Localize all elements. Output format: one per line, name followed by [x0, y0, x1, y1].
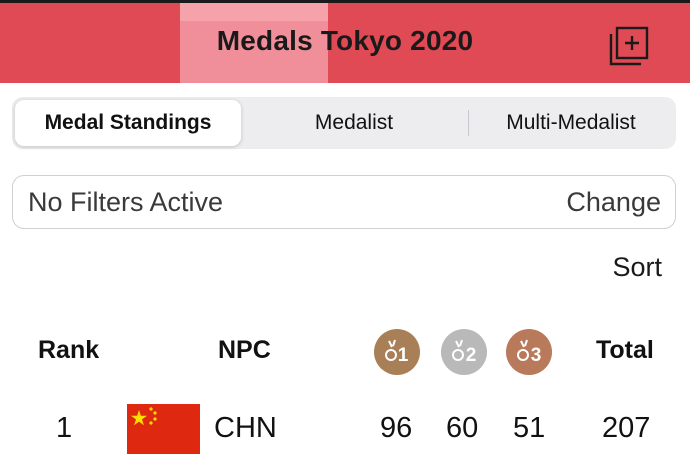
- npc-header[interactable]: NPC: [218, 332, 271, 368]
- sort-button[interactable]: Sort: [600, 252, 662, 283]
- row-npc: CHN: [214, 412, 277, 444]
- gold-medal-icon[interactable]: 1: [373, 328, 421, 376]
- bronze-medal-icon[interactable]: 3: [505, 328, 553, 376]
- view-tabs: Medal Standings Medalist Multi-Medalist: [12, 97, 676, 149]
- app-header: Medals Tokyo 2020: [0, 3, 690, 83]
- page-title: Medals Tokyo 2020: [216, 25, 474, 56]
- rank-header[interactable]: Rank: [38, 332, 99, 368]
- row-total: 207: [602, 412, 651, 444]
- total-header[interactable]: Total: [596, 332, 654, 368]
- change-filters-button[interactable]: Change: [566, 176, 661, 228]
- tab-medal-standings[interactable]: Medal Standings: [15, 100, 241, 146]
- gold-medal-label: 1: [398, 345, 409, 366]
- row-rank: 1: [56, 412, 73, 444]
- silver-medal-icon[interactable]: 2: [440, 328, 488, 376]
- filter-status-text: No Filters Active: [28, 187, 224, 217]
- row-bronze-count: 51: [513, 412, 546, 444]
- tab-medalist[interactable]: Medalist: [241, 100, 467, 146]
- bronze-medal-label: 3: [531, 345, 542, 366]
- tab-multi-medalist[interactable]: Multi-Medalist: [469, 100, 673, 146]
- row-silver-count: 60: [446, 412, 479, 444]
- row-gold-count: 96: [380, 412, 413, 444]
- filter-bar: No Filters Active Change: [12, 175, 676, 229]
- silver-medal-label: 2: [466, 345, 477, 366]
- china-flag-icon: [127, 404, 200, 454]
- add-to-collection-icon[interactable]: [608, 25, 650, 67]
